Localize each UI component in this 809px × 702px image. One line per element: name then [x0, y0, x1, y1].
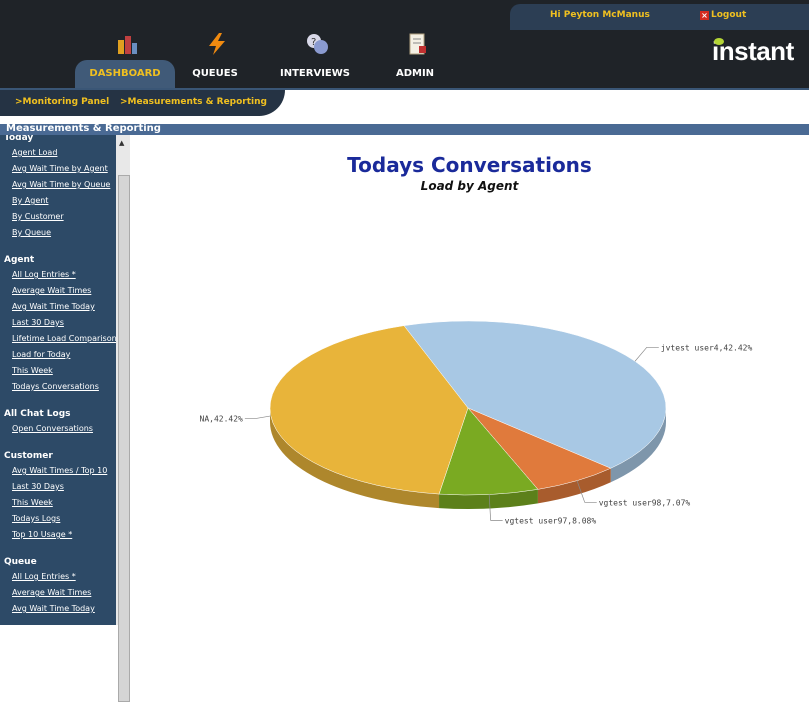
question-bubbles-icon: ?	[307, 34, 328, 54]
logout-link[interactable]: × Logout	[700, 10, 746, 20]
pie-leader-line	[244, 415, 271, 419]
scroll-thumb[interactable]	[118, 175, 130, 702]
sidebar-link[interactable]: This Week	[12, 495, 53, 511]
subnav-measurements-reporting[interactable]: >Measurements & Reporting	[120, 97, 267, 107]
dashboard-icon	[118, 36, 137, 54]
sidebar-link[interactable]: Avg Wait Time Today	[12, 299, 95, 315]
sidebar-link[interactable]: Agent Load	[12, 145, 57, 161]
sidebar-link[interactable]: Avg Wait Time by Queue	[12, 177, 110, 193]
sidebar-group-title: Today	[4, 135, 34, 143]
document-tools-icon	[409, 33, 426, 55]
sidebar-link[interactable]: This Week	[12, 363, 53, 379]
sidebar-link[interactable]: Average Wait Times	[12, 283, 91, 299]
pie-leader-line	[634, 346, 659, 362]
sidebar-link[interactable]: All Log Entries *	[12, 569, 76, 585]
sidebar-link[interactable]: Last 30 Days	[12, 479, 64, 495]
sidebar-link[interactable]: By Agent	[12, 193, 48, 209]
sidebar-scrollbar[interactable]: ▲	[116, 135, 130, 702]
brand-logo: instant	[712, 36, 794, 67]
pie-slice-label: vgtest user98,7.07%	[599, 498, 691, 507]
chat-bubble-icon	[714, 38, 724, 45]
sidebar-link[interactable]: Avg Wait Times / Top 10	[12, 463, 107, 479]
tab-label: INTERVIEWS	[280, 68, 350, 79]
brand-name: instant	[712, 36, 794, 66]
pie-slice-label: NA,42.42%	[200, 414, 244, 423]
sidebar-link[interactable]: By Queue	[12, 225, 51, 241]
sidebar-link[interactable]: Load for Today	[12, 347, 70, 363]
sidebar-group-title: Queue	[4, 557, 37, 567]
sidebar-link[interactable]: Avg Wait Time by Agent	[12, 161, 108, 177]
section-header: Measurements & Reporting	[0, 123, 809, 135]
subnav-monitoring-panel[interactable]: >Monitoring Panel	[15, 97, 109, 107]
tab-dashboard[interactable]: DASHBOARD	[75, 30, 175, 88]
sub-navigation: >Monitoring Panel >Measurements & Report…	[0, 90, 809, 116]
tab-label: DASHBOARD	[89, 68, 161, 79]
sidebar-group-title: Customer	[4, 451, 53, 461]
tab-label: QUEUES	[192, 68, 238, 79]
tab-label: ADMIN	[395, 68, 435, 79]
sidebar-group-title: Agent	[4, 255, 35, 265]
pie-chart: jvtest user4,42.42% vgtest user98,7.07%vg…	[200, 320, 753, 525]
sidebar-link[interactable]: Top 10 Usage *	[12, 527, 72, 543]
close-icon: ×	[700, 10, 709, 20]
tab-interviews[interactable]: ? INTERVIEWS	[265, 30, 365, 88]
report-sidebar: Today Agent Load Avg Wait Time by Agent Avg…	[0, 135, 116, 625]
sidebar-link[interactable]: Open Conversations	[12, 421, 93, 437]
tab-admin[interactable]: ADMIN	[365, 30, 465, 88]
sidebar-link[interactable]: Todays Conversations	[12, 379, 99, 395]
sidebar-link[interactable]: Todays Logs	[12, 511, 60, 527]
lightning-icon	[209, 33, 225, 55]
sidebar-link[interactable]: Average Wait Times	[12, 585, 91, 601]
user-greeting: Hi Peyton McManus	[550, 10, 650, 20]
sidebar-link[interactable]: By Customer	[12, 209, 64, 225]
svg-text:?: ?	[311, 37, 316, 48]
tab-queues[interactable]: QUEUES	[165, 30, 265, 88]
pie-slice-label: vgtest user97,8.08%	[505, 516, 597, 525]
section-title: Measurements & Reporting	[6, 123, 161, 134]
pie-slice-label: jvtest user4,42.42%	[661, 343, 753, 352]
top-header: Hi Peyton McManus × Logout instant DASHBO…	[0, 0, 809, 90]
sidebar-link[interactable]: Lifetime Load Comparison	[12, 331, 116, 347]
sidebar-group-title: All Chat Logs	[4, 409, 71, 419]
sidebar-link[interactable]: Last 30 Days	[12, 315, 64, 331]
report-panel: Todays Conversations Load by Agent jvtes…	[130, 135, 809, 625]
logout-label: Logout	[711, 10, 747, 20]
sidebar-link[interactable]: Avg Wait Time Today	[12, 601, 95, 617]
scroll-up-icon[interactable]: ▲	[119, 139, 124, 147]
sidebar-link[interactable]: All Log Entries *	[12, 267, 76, 283]
